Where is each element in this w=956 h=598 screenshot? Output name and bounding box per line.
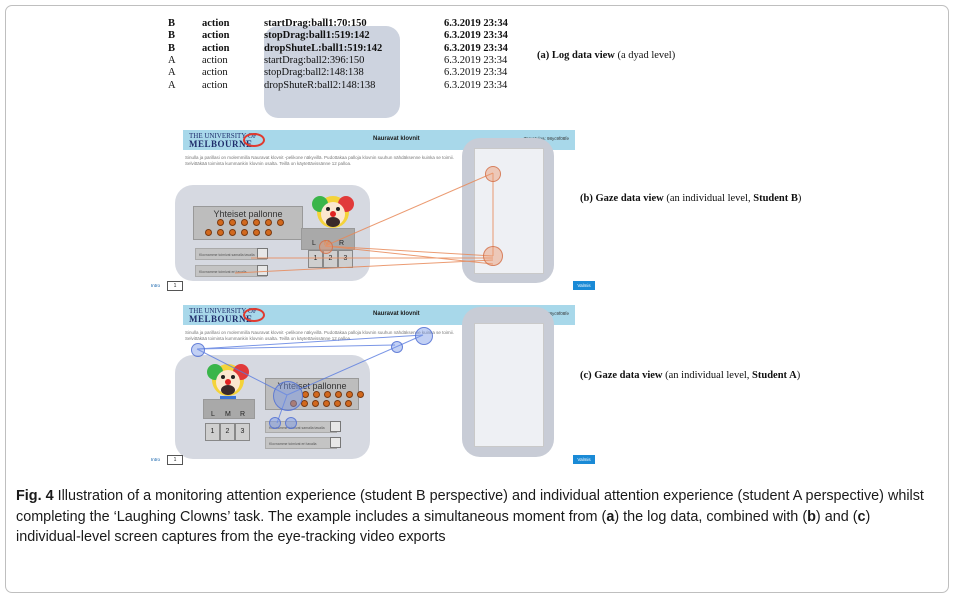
gaze-point [319, 240, 333, 254]
screen-student-b: THE UNIVERSITY OF MELBOURNE Nauravat klov… [151, 128, 595, 293]
log-cell-type: action [202, 79, 228, 91]
log-cell-student: A [168, 54, 176, 66]
caption-b: (b) Gaze data view (an individual level,… [580, 193, 802, 204]
log-cell-type: action [202, 67, 228, 79]
screen-student-a: THE UNIVERSITY OF MELBOURNE Nauravat klov… [151, 303, 595, 468]
gaze-point [485, 166, 501, 182]
log-cell-event: startDrag:ball2:396:150 [264, 54, 365, 66]
gaze-point [269, 417, 281, 429]
log-cell-time: 6.3.2019 23:34 [444, 67, 508, 79]
figure-caption: Fig. 4 Illustration of a monitoring atte… [16, 488, 924, 545]
caption-c: (c) Gaze data view (an individual level,… [580, 370, 801, 381]
log-cell-time: 6.3.2019 23:34 [444, 18, 508, 29]
log-cell-student: B [168, 18, 176, 29]
gaze-path-b [234, 172, 494, 274]
log-cell-event: stopDrag:ball2:148:138 [264, 67, 364, 79]
log-cell-student: A [168, 79, 176, 91]
gaze-point [415, 327, 433, 345]
gaze-point [483, 246, 503, 266]
log-cell-event: dropShuteL:ball1:519:142 [264, 42, 383, 54]
gaze-point [285, 417, 297, 429]
log-cell-type: action [202, 18, 230, 29]
log-cell-student: B [168, 42, 176, 54]
log-cell-type: action [202, 30, 230, 42]
gaze-point [191, 343, 205, 357]
log-cell-student: A [168, 67, 176, 79]
log-cell-type: action [202, 54, 228, 66]
log-cell-event: dropShuteR:ball2:148:138 [264, 79, 376, 91]
log-cell-event: stopDrag:ball1:519:142 [264, 30, 370, 42]
log-cell-time: 6.3.2019 23:34 [444, 54, 508, 66]
log-cell-time: 6.3.2019 23:34 [444, 30, 508, 42]
log-cell-time: 6.3.2019 23:34 [444, 42, 508, 54]
log-cell-event: startDrag:ball1:70:150 [264, 18, 367, 29]
log-cell-type: action [202, 42, 230, 54]
log-cell-student: B [168, 30, 176, 42]
gaze-path-a [196, 334, 424, 424]
intro-label: Intro [151, 457, 161, 462]
log-cell-time: 6.3.2019 23:34 [444, 79, 508, 91]
intro-label: Intro [151, 283, 161, 288]
gaze-point [273, 381, 303, 411]
gaze-point [391, 341, 403, 353]
caption-a: (a) Log data view (a dyad level) [537, 50, 676, 61]
